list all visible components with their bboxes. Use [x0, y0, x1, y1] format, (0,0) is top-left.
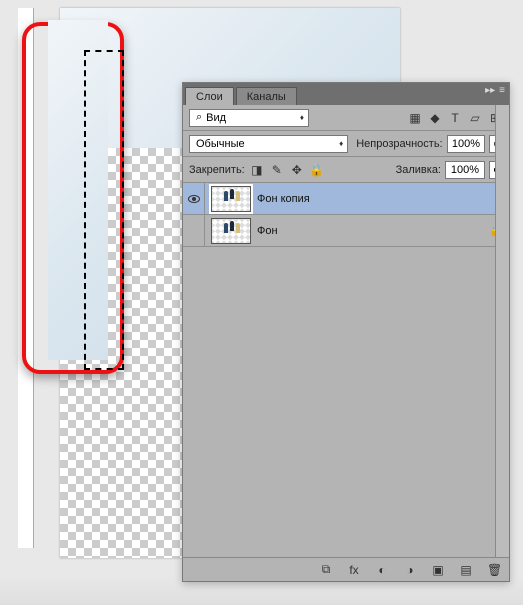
mask-icon[interactable]: ◐	[375, 563, 389, 577]
lock-brush-icon[interactable]: ✎	[269, 162, 285, 178]
filter-row: ⌕ Вид ♦ ▦ ◆ T ▱ ⊞	[183, 105, 509, 131]
layer-name[interactable]: Фон	[257, 225, 489, 237]
fx-icon[interactable]: fx	[347, 563, 361, 577]
panel-menu-icon[interactable]: ≡	[499, 85, 505, 96]
layer-thumbnail[interactable]	[211, 186, 251, 212]
blend-row: Обычные ♦ Непрозрачность: 100% ▸	[183, 131, 509, 157]
layer-filter-select[interactable]: ⌕ Вид ♦	[189, 109, 309, 127]
filter-shape-icon[interactable]: ▱	[467, 110, 483, 126]
search-icon: ⌕	[196, 111, 202, 124]
blend-mode-select[interactable]: Обычные ♦	[189, 135, 348, 153]
cropped-image-strip	[48, 20, 108, 360]
filter-image-icon[interactable]: ▦	[407, 110, 423, 126]
panel-tab-bar: Слои Каналы ▸▸ ≡	[183, 83, 509, 105]
layer-filter-label: Вид	[206, 112, 226, 124]
lock-all-icon[interactable]: 🔒	[309, 162, 325, 178]
tab-layers[interactable]: Слои	[185, 87, 234, 105]
new-layer-icon[interactable]: ▤	[459, 563, 473, 577]
panel-scrollbar[interactable]	[495, 105, 509, 557]
tab-channels[interactable]: Каналы	[236, 87, 297, 105]
group-icon[interactable]: ▣	[431, 563, 445, 577]
layer-name[interactable]: Фон копия	[257, 193, 509, 205]
filter-adjust-icon[interactable]: ◆	[427, 110, 443, 126]
panel-expand-icon[interactable]: ▸▸	[485, 85, 495, 96]
marquee-selection[interactable]	[84, 50, 124, 370]
layer-list: Фон копия Фон 🔒	[183, 183, 509, 557]
layer-row[interactable]: Фон копия	[183, 183, 509, 215]
blend-mode-label: Обычные	[196, 138, 245, 150]
fill-label: Заливка:	[396, 164, 441, 176]
filter-text-icon[interactable]: T	[447, 110, 463, 126]
eye-icon	[188, 195, 200, 203]
opacity-label: Непрозрачность:	[356, 138, 442, 150]
lock-move-icon[interactable]: ✥	[289, 162, 305, 178]
panel-footer: ⧉ fx ◐ ◑ ▣ ▤ 🗑	[183, 557, 509, 581]
layer-row[interactable]: Фон 🔒	[183, 215, 509, 247]
visibility-toggle[interactable]	[183, 215, 205, 246]
lock-row: Закрепить: ◨ ✎ ✥ 🔒 Заливка: 100% ▸	[183, 157, 509, 183]
visibility-toggle[interactable]	[183, 183, 205, 214]
chevron-down-icon: ♦	[339, 139, 343, 148]
link-layers-icon[interactable]: ⧉	[319, 562, 333, 577]
opacity-input[interactable]: 100%	[447, 135, 486, 153]
fill-input[interactable]: 100%	[445, 161, 485, 179]
layer-thumbnail[interactable]	[211, 218, 251, 244]
layers-panel: Слои Каналы ▸▸ ≡ ⌕ Вид ♦ ▦ ◆ T ▱ ⊞ Обычн…	[182, 82, 510, 582]
lock-pixel-icon[interactable]: ◨	[249, 162, 265, 178]
chevron-down-icon: ♦	[300, 113, 304, 122]
lock-label: Закрепить:	[189, 164, 245, 176]
delete-layer-icon[interactable]: 🗑	[487, 563, 501, 577]
adjustment-icon[interactable]: ◑	[403, 563, 417, 577]
